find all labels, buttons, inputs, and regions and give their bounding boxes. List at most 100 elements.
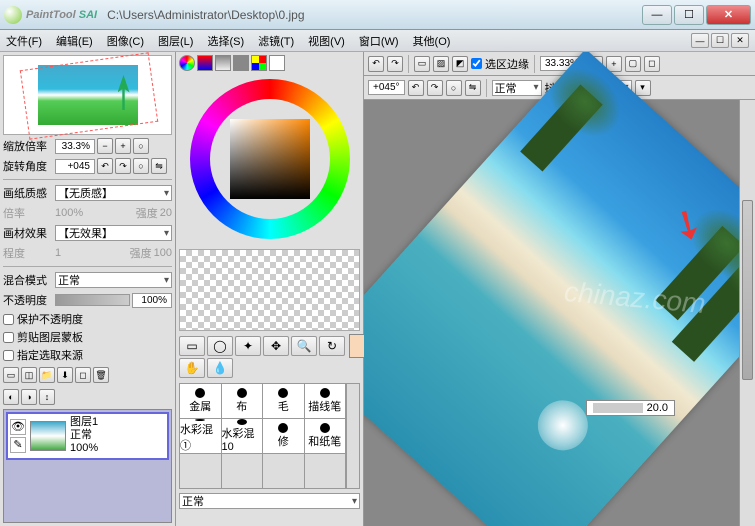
redo-button[interactable]: ↷ xyxy=(387,56,403,72)
lasso-tool[interactable]: ◯ xyxy=(207,336,233,356)
new-layer-button[interactable]: ▭ xyxy=(3,367,19,383)
zoom-value[interactable]: 33.3% xyxy=(55,139,95,154)
show-sel-button[interactable]: ◩ xyxy=(452,56,468,72)
canvas-angle-value[interactable]: +045° xyxy=(368,80,405,95)
maximize-button[interactable]: ☐ xyxy=(674,5,704,25)
canvas-rotate-cw[interactable]: ↷ xyxy=(427,80,443,96)
selection-source-checkbox[interactable]: 指定选取来源 xyxy=(3,347,172,363)
brush-empty[interactable] xyxy=(222,454,263,488)
brush-empty[interactable] xyxy=(180,454,221,488)
rgb-slider-icon[interactable] xyxy=(197,55,213,71)
zoom-out-button[interactable]: − xyxy=(97,138,113,154)
panel-min-button[interactable]: — xyxy=(691,33,709,48)
magic-wand-tool[interactable]: ✦ xyxy=(235,336,261,356)
select-rect-tool[interactable]: ▭ xyxy=(179,336,205,356)
degree-label: 程度 xyxy=(3,245,53,261)
delete-layer-button[interactable]: 🗑 xyxy=(93,367,109,383)
menu-select[interactable]: 选择(S) xyxy=(207,33,244,49)
canvas-zoom-actual[interactable]: ◻ xyxy=(644,56,660,72)
canvas-area: ↶ ↷ ▭ ▨ ◩ 选区边缘 33.33% − + ▢ ◻ +045° ↶ ↷ … xyxy=(364,52,755,526)
brush-hair[interactable]: 毛 xyxy=(263,384,304,418)
apply-mask-button[interactable]: ◑ xyxy=(21,389,37,405)
color-square[interactable] xyxy=(230,119,310,199)
rotate-cw-button[interactable]: ↷ xyxy=(115,158,131,174)
brush-empty[interactable] xyxy=(263,454,304,488)
brush-scrollbar[interactable] xyxy=(346,383,360,489)
opacity-value[interactable]: 100% xyxy=(132,293,172,308)
brush-watercolor1[interactable]: 水彩混① xyxy=(180,419,221,453)
menu-window[interactable]: 窗口(W) xyxy=(359,33,399,49)
invert-sel-button[interactable]: ▨ xyxy=(433,56,449,72)
canvas-rotate-reset[interactable]: ○ xyxy=(446,80,462,96)
flip-button[interactable]: ⇋ xyxy=(151,158,167,174)
new-linework-button[interactable]: ◫ xyxy=(21,367,37,383)
opacity-slider[interactable] xyxy=(55,294,130,306)
panel-close-button[interactable]: ✕ xyxy=(731,33,749,48)
hsv-slider-icon[interactable] xyxy=(215,55,231,71)
blend-mode-select[interactable]: 正常 xyxy=(55,272,172,288)
brush-size-popup[interactable]: 20.0 xyxy=(586,400,675,416)
menu-layer[interactable]: 图层(L) xyxy=(158,33,193,49)
brush-mode-select[interactable]: 正常 xyxy=(179,493,360,509)
merge-down-button[interactable]: ⬇ xyxy=(57,367,73,383)
canvas-rotate-ccw[interactable]: ↶ xyxy=(408,80,424,96)
zoom-reset-button[interactable]: ○ xyxy=(133,138,149,154)
zoom-in-button[interactable]: + xyxy=(115,138,131,154)
menu-image[interactable]: 图像(C) xyxy=(107,33,144,49)
menu-filter[interactable]: 滤镜(T) xyxy=(258,33,294,49)
move-tool[interactable]: ✥ xyxy=(263,336,289,356)
zoom-label: 缩放倍率 xyxy=(3,138,53,154)
layer-list: 👁 ✎ 图层1 正常 100% xyxy=(3,409,172,523)
navigator-thumbnail[interactable] xyxy=(3,55,172,135)
brush-washi[interactable]: 和纸笔 xyxy=(305,419,346,453)
close-button[interactable]: ✕ xyxy=(706,5,751,25)
brush-lineart[interactable]: 描线笔 xyxy=(305,384,346,418)
rotate-reset-button[interactable]: ○ xyxy=(133,158,149,174)
selection-edge-checkbox[interactable]: 选区边缘 xyxy=(471,56,529,72)
canvas-flip[interactable]: ⇋ xyxy=(465,80,481,96)
brush-watercolor10[interactable]: 水彩混10 xyxy=(222,419,263,453)
material-effect-select[interactable]: 【无效果】 xyxy=(55,225,172,241)
mask-button[interactable]: ◐ xyxy=(3,389,19,405)
menu-other[interactable]: 其他(O) xyxy=(413,33,451,49)
canvas-image[interactable] xyxy=(364,52,755,526)
paper-texture-label: 画纸质感 xyxy=(3,185,53,201)
canvas-blend-select[interactable]: 正常 xyxy=(492,80,542,96)
rotate-tool[interactable]: ↻ xyxy=(319,336,345,356)
menu-file[interactable]: 文件(F) xyxy=(6,33,42,49)
left-panel: 缩放倍率 33.3% − + ○ 旋转角度 +045 ↶ ↷ ○ ⇋ 画纸质感 … xyxy=(0,52,176,526)
color-picker-tool[interactable]: 💧 xyxy=(207,358,233,378)
paper-texture-select[interactable]: 【无质感】 xyxy=(55,185,172,201)
scratchpad-icon[interactable] xyxy=(269,55,285,71)
brush-cloth[interactable]: 布 xyxy=(222,384,263,418)
layer-item[interactable]: 👁 ✎ 图层1 正常 100% xyxy=(6,412,169,460)
panel-max-button[interactable]: ☐ xyxy=(711,33,729,48)
clear-layer-button[interactable]: ◻ xyxy=(75,367,91,383)
menu-view[interactable]: 视图(V) xyxy=(308,33,345,49)
vertical-scrollbar[interactable] xyxy=(739,100,755,526)
stabilizer-option[interactable]: ▾ xyxy=(635,80,651,96)
rotation-value[interactable]: +045 xyxy=(55,159,95,174)
color-wheel[interactable] xyxy=(179,74,360,244)
rotate-ccw-button[interactable]: ↶ xyxy=(97,158,113,174)
undo-button[interactable]: ↶ xyxy=(368,56,384,72)
gray-icon[interactable] xyxy=(233,55,249,71)
brush-empty[interactable] xyxy=(305,454,346,488)
transfer-button[interactable]: ↕ xyxy=(39,389,55,405)
deselect-button[interactable]: ▭ xyxy=(414,56,430,72)
swatches-icon[interactable] xyxy=(251,55,267,71)
swatch-palette[interactable] xyxy=(179,249,360,331)
zoom-tool[interactable]: 🔍 xyxy=(291,336,317,356)
brush-metal[interactable]: 金属 xyxy=(180,384,221,418)
protect-opacity-checkbox[interactable]: 保护不透明度 xyxy=(3,311,172,327)
visibility-icon[interactable]: 👁 xyxy=(10,419,26,435)
brush-fix[interactable]: 修 xyxy=(263,419,304,453)
menu-edit[interactable]: 编辑(E) xyxy=(56,33,93,49)
clipping-mask-checkbox[interactable]: 剪贴图层蒙板 xyxy=(3,329,172,345)
new-folder-button[interactable]: 📁 xyxy=(39,367,55,383)
minimize-button[interactable]: — xyxy=(642,5,672,25)
color-wheel-icon[interactable] xyxy=(179,55,195,71)
edit-icon[interactable]: ✎ xyxy=(10,437,26,453)
canvas-zoom-fit[interactable]: ▢ xyxy=(625,56,641,72)
hand-tool[interactable]: ✋ xyxy=(179,358,205,378)
